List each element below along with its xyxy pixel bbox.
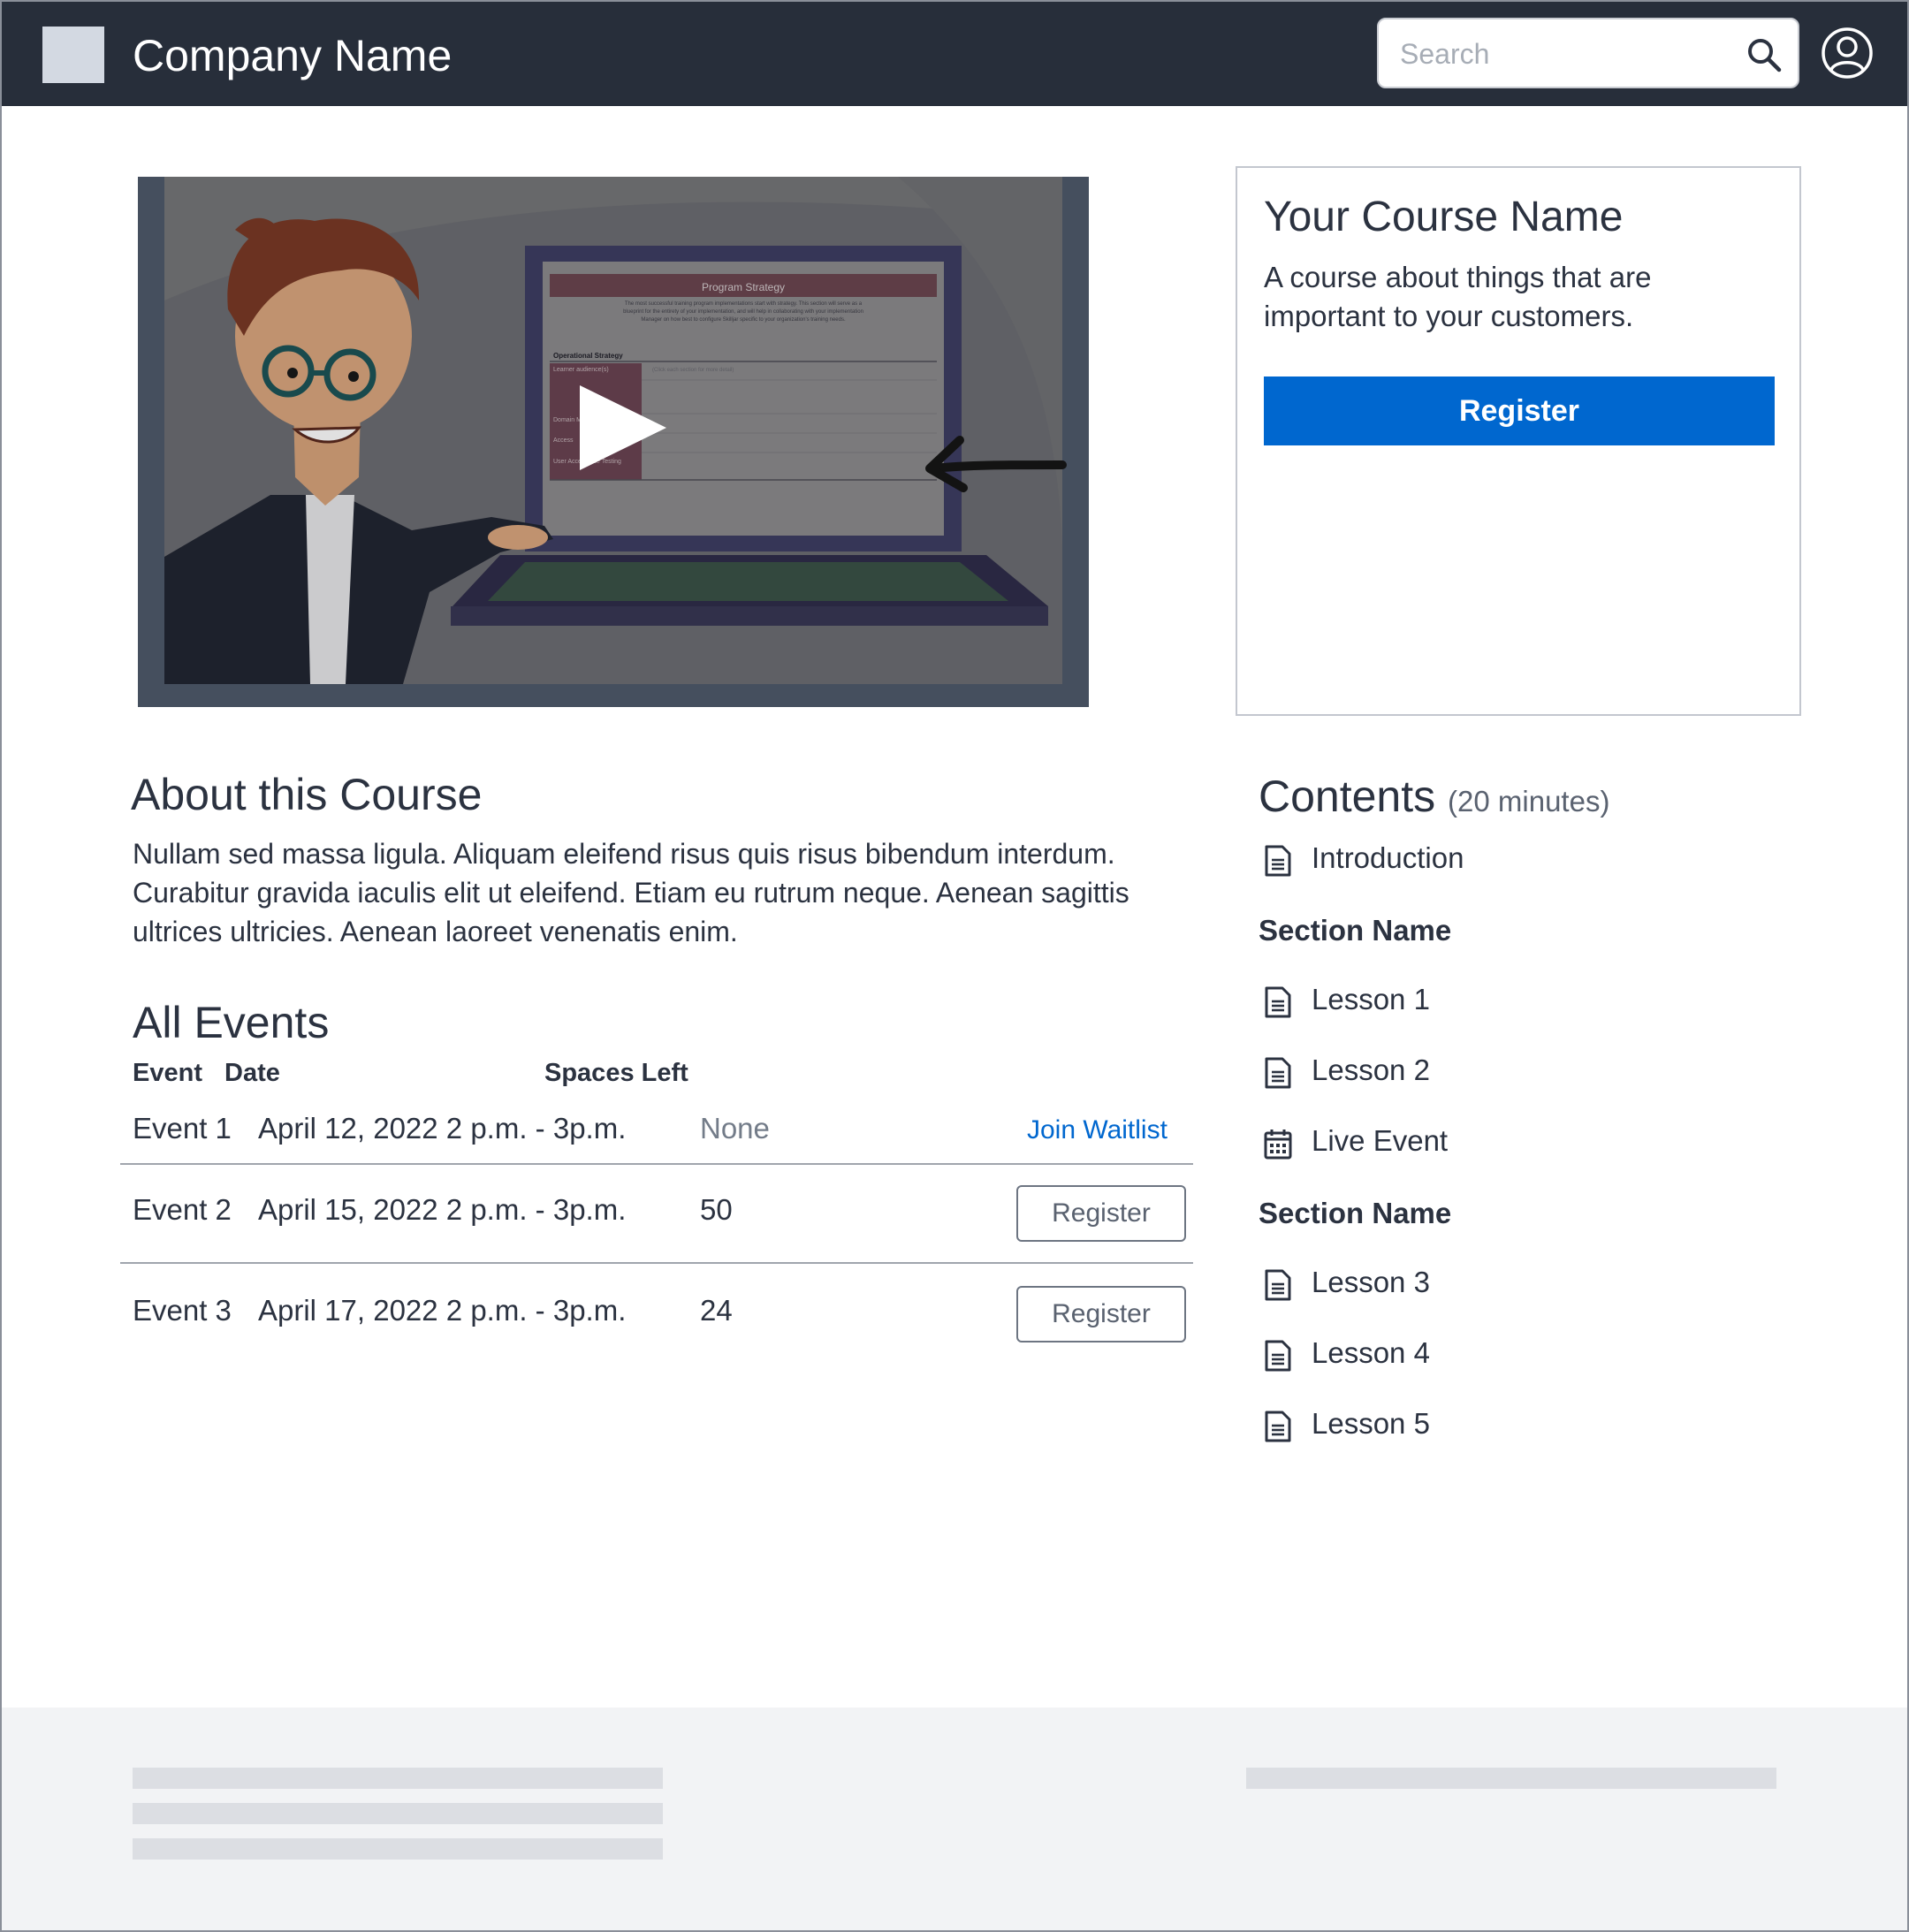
user-account-icon[interactable] xyxy=(1821,27,1874,80)
contents-item-lesson-4[interactable]: Lesson 4 xyxy=(1259,1335,1753,1379)
event-spaces-left: 50 xyxy=(700,1193,733,1226)
contents-duration: (20 minutes) xyxy=(1448,785,1610,818)
document-icon xyxy=(1265,1269,1291,1301)
event-register-button[interactable]: Register xyxy=(1016,1286,1186,1343)
course-title: Your Course Name xyxy=(1264,194,1624,240)
event-name: Event 3 xyxy=(133,1294,232,1327)
contents-item-lesson-2[interactable]: Lesson 2 xyxy=(1259,1052,1753,1096)
contents-item-label: Live Event xyxy=(1312,1124,1449,1157)
row-divider xyxy=(120,1262,1193,1264)
play-icon[interactable] xyxy=(571,385,677,491)
document-icon xyxy=(1265,986,1291,1018)
column-header-spaces-left: Spaces Left xyxy=(544,1059,688,1087)
contents-item-lesson-5[interactable]: Lesson 5 xyxy=(1259,1405,1753,1449)
event-date: April 12, 2022 2 p.m. - 3p.m. xyxy=(258,1112,627,1145)
calendar-icon xyxy=(1264,1130,1292,1160)
contents-item-label: Lesson 4 xyxy=(1312,1336,1430,1369)
event-spaces-left: None xyxy=(700,1112,770,1145)
contents-item-label: Lesson 3 xyxy=(1312,1266,1430,1298)
events-heading: All Events xyxy=(133,998,330,1047)
contents-item-lesson-1[interactable]: Lesson 1 xyxy=(1259,981,1753,1025)
contents-item-introduction[interactable]: Introduction xyxy=(1259,840,1753,884)
column-header-event: Event xyxy=(133,1059,202,1087)
event-register-button[interactable]: Register xyxy=(1016,1185,1186,1242)
footer-placeholder-line xyxy=(1246,1768,1776,1789)
contents-title: Contents xyxy=(1259,772,1436,821)
course-description: A course about things that are important… xyxy=(1264,261,1652,332)
join-waitlist-link[interactable]: Join Waitlist xyxy=(1027,1115,1167,1145)
document-icon xyxy=(1265,1411,1291,1442)
search-box xyxy=(1377,18,1799,88)
company-name[interactable]: Company Name xyxy=(133,30,452,81)
register-button[interactable]: Register xyxy=(1264,377,1775,445)
footer-placeholder-line xyxy=(133,1768,663,1789)
about-text: Nullam sed massa ligula. Aliquam eleifen… xyxy=(133,838,1129,947)
top-navigation-bar: Company Name xyxy=(0,0,1909,106)
section-heading: Section Name xyxy=(1259,914,1452,947)
contents-item-label: Lesson 1 xyxy=(1312,983,1430,1015)
course-video[interactable]: Program Strategy The most successful tra… xyxy=(138,177,1089,707)
contents-item-lesson-3[interactable]: Lesson 3 xyxy=(1259,1264,1753,1308)
row-divider xyxy=(120,1163,1193,1165)
event-name: Event 1 xyxy=(133,1112,232,1145)
about-heading: About this Course xyxy=(131,770,483,819)
contents-item-label: Introduction xyxy=(1312,841,1464,874)
footer-placeholder-line xyxy=(133,1838,663,1860)
document-icon xyxy=(1265,845,1291,877)
course-summary-card: Your Course Name A course about things t… xyxy=(1236,166,1801,716)
contents-item-live-event[interactable]: Live Event xyxy=(1259,1122,1753,1167)
contents-heading: Contents (20 minutes) xyxy=(1259,771,1609,822)
event-date: April 17, 2022 2 p.m. - 3p.m. xyxy=(258,1294,627,1327)
footer xyxy=(0,1708,1909,1932)
search-icon[interactable] xyxy=(1745,35,1784,74)
section-heading: Section Name xyxy=(1259,1197,1452,1229)
column-header-date: Date xyxy=(224,1059,280,1087)
document-icon xyxy=(1265,1340,1291,1372)
search-input[interactable] xyxy=(1398,32,1720,76)
event-name: Event 2 xyxy=(133,1193,232,1226)
contents-item-label: Lesson 2 xyxy=(1312,1053,1430,1086)
company-logo[interactable] xyxy=(42,27,104,83)
contents-item-label: Lesson 5 xyxy=(1312,1407,1430,1440)
document-icon xyxy=(1265,1057,1291,1089)
event-date: April 15, 2022 2 p.m. - 3p.m. xyxy=(258,1193,627,1226)
event-spaces-left: 24 xyxy=(700,1294,733,1327)
footer-placeholder-line xyxy=(133,1803,663,1824)
